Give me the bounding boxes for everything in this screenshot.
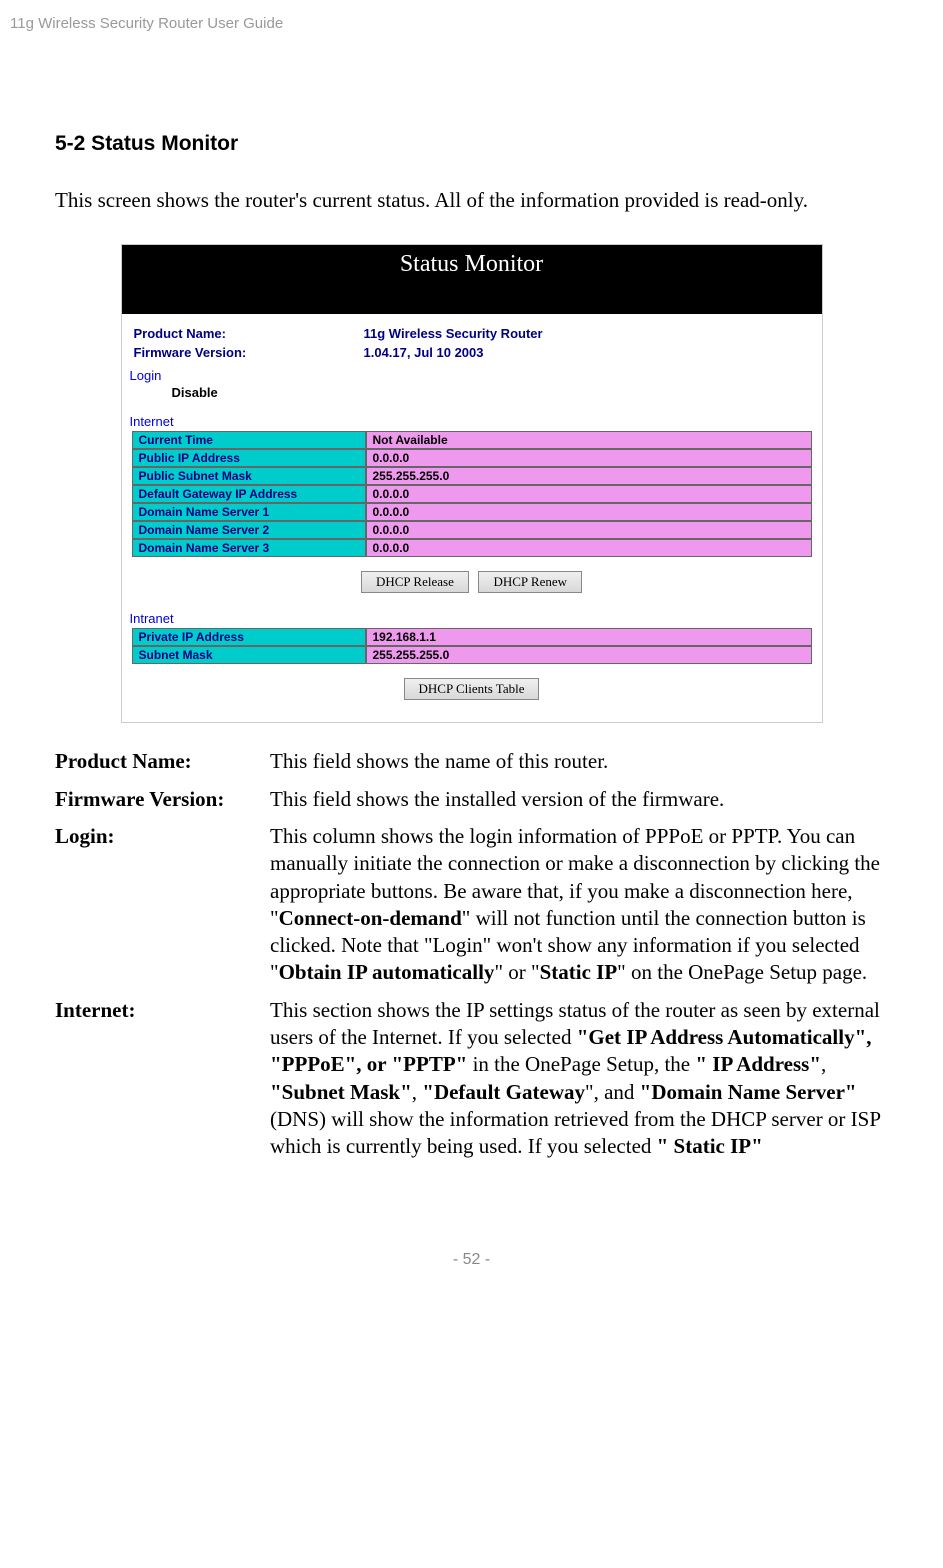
table-value: Not Available bbox=[366, 431, 812, 449]
desc-def-login: This column shows the login information … bbox=[270, 823, 888, 987]
table-label: Domain Name Server 3 bbox=[132, 539, 366, 557]
table-label: Current Time bbox=[132, 431, 366, 449]
bold-span: Obtain IP automatically bbox=[279, 960, 495, 984]
text-span: in the OnePage Setup, the bbox=[467, 1052, 695, 1076]
table-value: 255.255.255.0 bbox=[366, 467, 812, 485]
table-label: Subnet Mask bbox=[132, 646, 366, 664]
text-span: , bbox=[821, 1052, 826, 1076]
bold-span: Connect-on-demand bbox=[279, 906, 462, 930]
table-value: 0.0.0.0 bbox=[366, 485, 812, 503]
dhcp-clients-table-button[interactable]: DHCP Clients Table bbox=[404, 678, 540, 700]
bold-span: "Subnet Mask" bbox=[270, 1080, 412, 1104]
text-span: , bbox=[412, 1080, 423, 1104]
table-value: 0.0.0.0 bbox=[366, 539, 812, 557]
desc-def-internet: This section shows the IP settings statu… bbox=[270, 997, 888, 1161]
page-footer: - 52 - bbox=[0, 1171, 943, 1289]
desc-term-product-name: Product Name: bbox=[55, 748, 270, 775]
description-list: Product Name: This field shows the name … bbox=[55, 748, 888, 1160]
intranet-section-header: Intranet bbox=[122, 605, 822, 626]
table-value: 0.0.0.0 bbox=[366, 449, 812, 467]
table-label: Default Gateway IP Address bbox=[132, 485, 366, 503]
page-header: 11g Wireless Security Router User Guide bbox=[0, 0, 943, 32]
table-value: 0.0.0.0 bbox=[366, 521, 812, 539]
internet-table: Current TimeNot Available Public IP Addr… bbox=[132, 431, 812, 557]
text-span: " or " bbox=[494, 960, 539, 984]
table-label: Domain Name Server 2 bbox=[132, 521, 366, 539]
dhcp-renew-button[interactable]: DHCP Renew bbox=[478, 571, 582, 593]
text-span: " on the OnePage Setup page. bbox=[617, 960, 867, 984]
desc-def-product-name: This field shows the name of this router… bbox=[270, 748, 888, 775]
product-name-value: 11g Wireless Security Router bbox=[364, 326, 543, 341]
table-value: 192.168.1.1 bbox=[366, 628, 812, 646]
login-value: Disable bbox=[122, 383, 822, 408]
status-monitor-screenshot: Status Monitor Product Name: 11g Wireles… bbox=[121, 244, 823, 723]
desc-term-firmware: Firmware Version: bbox=[55, 786, 270, 813]
bold-span: "Default Gateway bbox=[422, 1080, 585, 1104]
desc-def-firmware: This field shows the installed version o… bbox=[270, 786, 888, 813]
login-section-header: Login bbox=[122, 362, 822, 383]
bold-span: " IP Address" bbox=[695, 1052, 821, 1076]
bold-span: " Static IP" bbox=[657, 1134, 763, 1158]
dhcp-release-button[interactable]: DHCP Release bbox=[361, 571, 469, 593]
text-span: (DNS) will show the information retrieve… bbox=[270, 1107, 880, 1158]
table-value: 255.255.255.0 bbox=[366, 646, 812, 664]
screenshot-title: Status Monitor bbox=[122, 245, 822, 296]
desc-term-internet: Internet: bbox=[55, 997, 270, 1161]
table-label: Private IP Address bbox=[132, 628, 366, 646]
bold-span: "Domain Name Server" bbox=[640, 1080, 857, 1104]
intro-paragraph: This screen shows the router's current s… bbox=[55, 186, 888, 214]
content-area: 5-2 Status Monitor This screen shows the… bbox=[0, 32, 943, 1161]
text-span: ", and bbox=[585, 1080, 640, 1104]
intranet-table: Private IP Address192.168.1.1 Subnet Mas… bbox=[132, 628, 812, 664]
table-label: Public Subnet Mask bbox=[132, 467, 366, 485]
section-title: 5-2 Status Monitor bbox=[55, 132, 888, 156]
bold-span: Static IP bbox=[540, 960, 618, 984]
desc-term-login: Login: bbox=[55, 823, 270, 987]
internet-section-header: Internet bbox=[122, 408, 822, 429]
table-label: Domain Name Server 1 bbox=[132, 503, 366, 521]
product-name-label: Product Name: bbox=[134, 326, 364, 341]
firmware-value: 1.04.17, Jul 10 2003 bbox=[364, 345, 484, 360]
table-value: 0.0.0.0 bbox=[366, 503, 812, 521]
table-label: Public IP Address bbox=[132, 449, 366, 467]
firmware-label: Firmware Version: bbox=[134, 345, 364, 360]
